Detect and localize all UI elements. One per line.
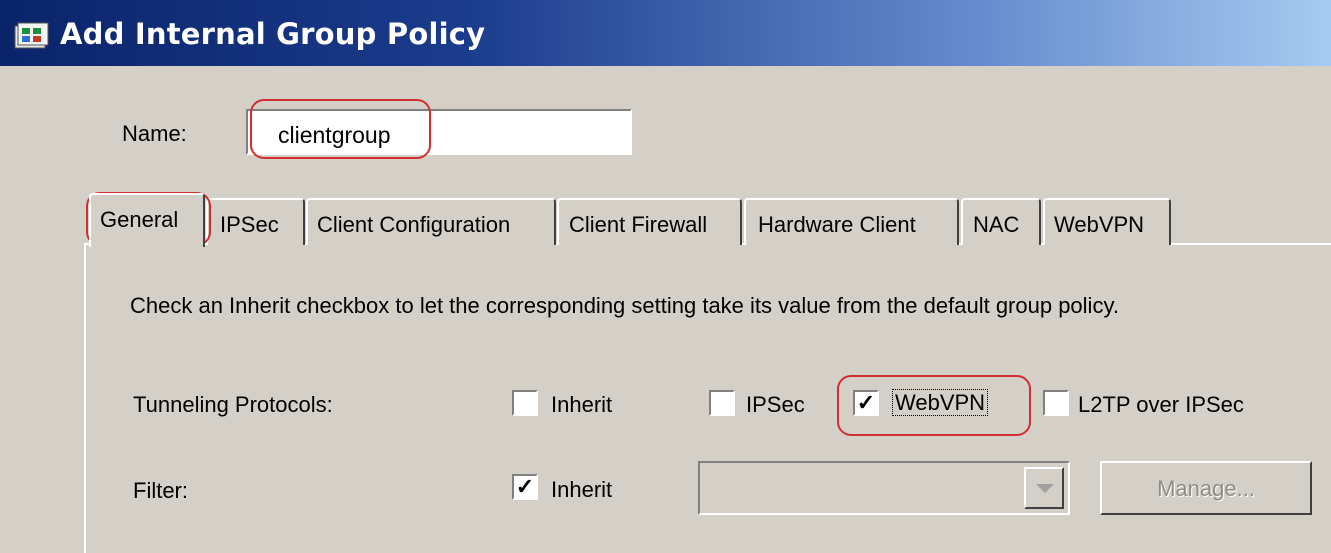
filter-inherit-label: Inherit (551, 477, 613, 502)
network-policy-icon (14, 22, 49, 49)
webvpn-label-text: WebVPN (892, 389, 989, 416)
instructions-text: Check an Inherit checkbox to let the cor… (130, 293, 1119, 318)
tab-webvpn[interactable]: WebVPN (1043, 198, 1171, 245)
name-input[interactable]: clientgroup (246, 109, 632, 155)
l2tp-over-ipsec-checkbox[interactable] (1043, 390, 1069, 416)
filter-select[interactable] (698, 461, 1070, 515)
chevron-down-icon (1036, 484, 1054, 493)
tab-hardware-client[interactable]: Hardware Client (744, 198, 959, 245)
manage-button[interactable]: Manage... (1100, 461, 1312, 515)
filter-inherit-checkbox[interactable]: ✓ (512, 474, 538, 500)
webvpn-checkbox[interactable]: ✓ (853, 390, 879, 416)
name-label: Name: (122, 121, 187, 146)
tunneling-inherit-checkbox[interactable] (512, 390, 538, 416)
tab-client-firewall[interactable]: Client Firewall (557, 198, 742, 245)
tunneling-protocols-label: Tunneling Protocols: (133, 392, 333, 417)
filter-label: Filter: (133, 478, 188, 503)
webvpn-label: WebVPN (892, 389, 989, 416)
title-bar: Add Internal Group Policy (0, 0, 1331, 68)
ipsec-checkbox[interactable] (709, 390, 735, 416)
tab-ipsec[interactable]: IPSec (206, 198, 305, 245)
filter-dropdown-button[interactable] (1024, 467, 1064, 509)
tunneling-inherit-label: Inherit (551, 392, 613, 417)
l2tp-over-ipsec-label: L2TP over IPSec (1078, 392, 1244, 417)
ipsec-label: IPSec (746, 392, 805, 417)
tab-client-configuration[interactable]: Client Configuration (306, 198, 556, 245)
tab-nac[interactable]: NAC (961, 198, 1041, 245)
tab-general[interactable]: General (89, 193, 205, 247)
window-title: Add Internal Group Policy (60, 17, 486, 51)
